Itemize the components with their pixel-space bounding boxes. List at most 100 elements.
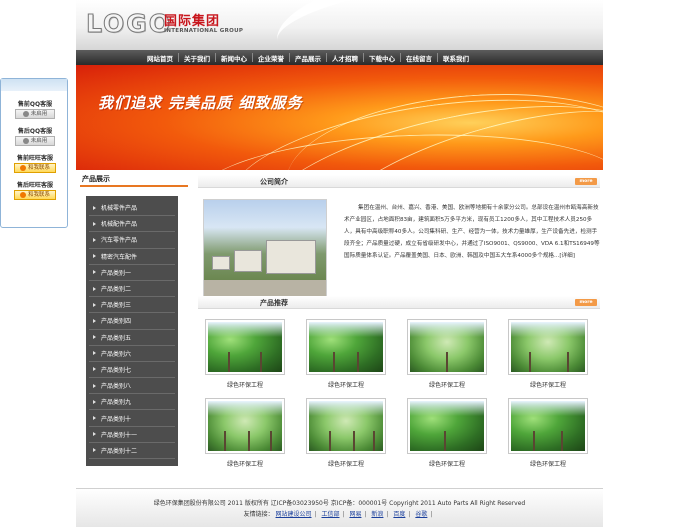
sidebar-item[interactable]: 产品类别十一 — [89, 427, 175, 443]
friend-link[interactable]: 新浪 — [371, 511, 383, 518]
sidebar-item-label: 产品类别三 — [101, 302, 132, 310]
sidebar-item[interactable]: 产品类别九 — [89, 394, 175, 411]
sidebar-item-label: 机械配件产品 — [101, 221, 138, 229]
nav-item-home[interactable]: 网站首页 — [142, 53, 178, 63]
friend-link[interactable]: 网站建设公司 — [276, 511, 312, 518]
product-image[interactable] — [508, 398, 588, 454]
product-caption[interactable]: 绿色环保工程 — [205, 459, 285, 468]
nav-item-news[interactable]: 新闻中心 — [216, 53, 252, 63]
product-image[interactable] — [205, 319, 285, 375]
product-card[interactable]: 绿色环保工程 — [205, 319, 285, 389]
nav-item-honors[interactable]: 企业荣誉 — [253, 53, 289, 63]
product-caption[interactable]: 绿色环保工程 — [407, 459, 487, 468]
product-image[interactable] — [407, 319, 487, 375]
sidebar-item[interactable]: 产品类别二 — [89, 281, 175, 298]
arrow-right-icon — [93, 351, 96, 356]
footer-copyright: 绿色环保集团股份有限公司 2011 版权所有 辽ICP备03023950号 京I… — [153, 500, 526, 507]
nav-item-about[interactable]: 关于我们 — [179, 53, 215, 63]
product-caption[interactable]: 绿色环保工程 — [508, 459, 588, 468]
link-divider: | — [314, 511, 317, 518]
arrow-right-icon — [93, 432, 96, 437]
product-card[interactable]: 绿色环保工程 — [407, 319, 487, 389]
arrow-right-icon — [93, 367, 96, 372]
sidebar-item[interactable]: 精密汽车配件 — [89, 249, 175, 265]
sidebar-item[interactable]: 产品类别三 — [89, 297, 175, 314]
main-nav: 网站首页 关于我们 新闻中心 企业荣誉 产品展示 人才招聘 下载中心 在线留言 … — [76, 50, 603, 65]
qq-avatar-icon — [22, 138, 29, 144]
wangwang-contact-button[interactable]: 和我联系 — [14, 190, 56, 200]
product-card[interactable]: 绿色环保工程 — [407, 398, 487, 468]
sidebar-item[interactable]: 产品类别十二 — [89, 443, 175, 459]
product-image[interactable] — [407, 398, 487, 454]
product-caption[interactable]: 绿色环保工程 — [205, 380, 285, 389]
sidebar-item[interactable]: 汽车零件产品 — [89, 232, 175, 249]
sidebar-item[interactable]: 产品类别一 — [89, 265, 175, 281]
qq-group-title: 售后QQ客服 — [17, 128, 53, 135]
product-caption[interactable]: 绿色环保工程 — [306, 459, 386, 468]
wangwang-icon — [19, 192, 26, 198]
product-caption[interactable]: 绿色环保工程 — [407, 380, 487, 389]
header-decoration — [270, 0, 603, 50]
site-header: LOGO 国际集团 INTERNATIONAL GROUP — [76, 0, 603, 50]
qq-status-button[interactable]: 未启用 — [15, 136, 55, 146]
product-image[interactable] — [306, 319, 386, 375]
nav-item-downloads[interactable]: 下载中心 — [364, 53, 400, 63]
sidebar-item-label: 产品类别十 — [101, 415, 132, 423]
product-caption[interactable]: 绿色环保工程 — [306, 380, 386, 389]
sidebar-item-label: 产品类别二 — [101, 286, 132, 294]
nav-item-contact[interactable]: 联系我们 — [438, 53, 474, 63]
friend-link[interactable]: 网易 — [349, 511, 361, 518]
building-shape — [266, 240, 316, 274]
sidebar-item[interactable]: 产品类别五 — [89, 330, 175, 346]
product-card[interactable]: 绿色环保工程 — [508, 319, 588, 389]
company-name-en: INTERNATIONAL GROUP — [164, 28, 244, 34]
qq-status-button[interactable]: 未启用 — [15, 109, 55, 119]
sidebar-item[interactable]: 产品类别六 — [89, 346, 175, 362]
product-image[interactable] — [508, 319, 588, 375]
qq-group-aftersale: 售后QQ客服 未启用 — [7, 126, 63, 146]
sidebar-item[interactable]: 机械配件产品 — [89, 216, 175, 233]
sidebar-item-label: 产品类别八 — [101, 383, 132, 391]
product-image[interactable] — [205, 398, 285, 454]
hero-banner: 我们追求 完美品质 细致服务 — [76, 65, 603, 170]
link-divider: | — [364, 511, 367, 518]
arrow-right-icon — [93, 205, 96, 210]
product-image[interactable] — [306, 398, 386, 454]
sidebar-item[interactable]: 机械零件产品 — [89, 200, 175, 217]
sidebar-item[interactable]: 产品类别七 — [89, 362, 175, 379]
qq-status-label: 未启用 — [30, 138, 48, 144]
nav-item-products[interactable]: 产品展示 — [290, 53, 326, 63]
arrow-right-icon — [93, 270, 96, 275]
sidebar-item-label: 产品类别一 — [101, 269, 132, 277]
product-card[interactable]: 绿色环保工程 — [306, 319, 386, 389]
product-caption[interactable]: 绿色环保工程 — [508, 380, 588, 389]
site-footer: 绿色环保集团股份有限公司 2011 版权所有 辽ICP备03023950号 京I… — [76, 488, 603, 527]
link-divider: | — [408, 511, 411, 518]
customer-service-panel: 售前QQ客服 未启用 售后QQ客服 未启用 售前旺旺客服 和我联系 售后旺旺客服… — [0, 78, 68, 228]
link-divider: | — [430, 511, 433, 518]
product-card[interactable]: 绿色环保工程 — [205, 398, 285, 468]
arrow-right-icon — [93, 302, 96, 307]
link-divider: | — [342, 511, 345, 518]
products-section-header: 产品推荐 more — [198, 296, 600, 309]
sidebar-title: 产品展示 — [82, 175, 110, 183]
products-more-button[interactable]: more — [575, 299, 597, 306]
intro-more-button[interactable]: more — [575, 178, 597, 185]
footer-friend-links: 友情链接： 网站建设公司 | 工信部 | 网易 | 新浪 | 百度 | 谷歌 | — [76, 509, 603, 518]
wangwang-contact-label: 和我联系 — [27, 165, 50, 171]
nav-item-guestbook[interactable]: 在线留言 — [401, 53, 437, 63]
site-logo[interactable]: LOGO — [85, 9, 172, 39]
product-card[interactable]: 绿色环保工程 — [508, 398, 588, 468]
friend-link[interactable]: 工信部 — [321, 511, 339, 518]
qq-group-title: 售前QQ客服 — [17, 101, 53, 108]
sidebar-item[interactable]: 产品类别十 — [89, 410, 175, 427]
arrow-right-icon — [93, 254, 96, 259]
friend-link[interactable]: 百度 — [393, 511, 405, 518]
sidebar-item-label: 产品类别四 — [101, 318, 132, 326]
sidebar-item[interactable]: 产品类别八 — [89, 378, 175, 395]
nav-item-jobs[interactable]: 人才招聘 — [327, 53, 363, 63]
product-card[interactable]: 绿色环保工程 — [306, 398, 386, 468]
friend-link[interactable]: 谷歌 — [415, 511, 427, 518]
sidebar-item[interactable]: 产品类别四 — [89, 313, 175, 330]
wangwang-contact-button[interactable]: 和我联系 — [14, 163, 56, 173]
